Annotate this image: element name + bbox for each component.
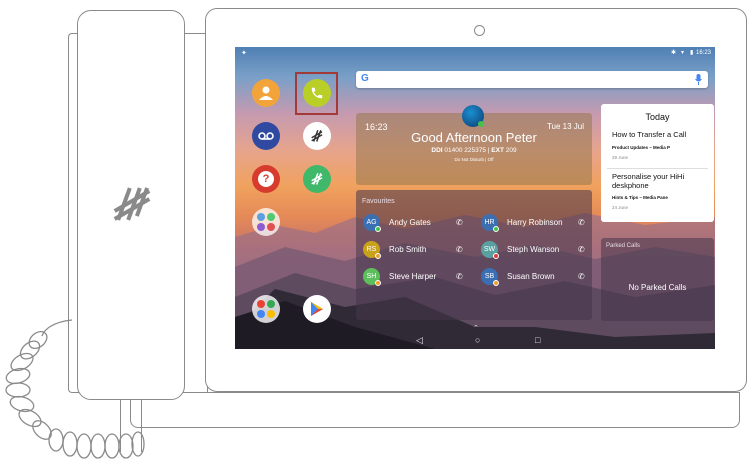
handset-cord — [5, 319, 145, 459]
greeting-message: Good Afternoon Peter — [411, 130, 537, 145]
bluetooth-icon: ✱ — [671, 50, 677, 56]
ext-label: EXT — [491, 147, 504, 154]
news-source: Hints & Tips – Media Pane — [612, 195, 668, 200]
news-title: How to Transfer a Call — [612, 130, 687, 139]
favourite-contact[interactable]: RS Rob Smith ✆ — [363, 240, 463, 259]
google-logo-icon: G — [361, 73, 369, 84]
camera-icon — [474, 25, 485, 36]
ddi-number: 01400 225375 — [444, 147, 486, 154]
contact-initials: RS — [366, 245, 377, 253]
status-bar: ✦ ✱ ▾ ▮ 16:23 — [235, 47, 715, 59]
favourite-contact[interactable]: AG Andy Gates ✆ — [363, 213, 463, 232]
hihi-green-app-icon[interactable] — [303, 165, 331, 193]
parked-title: Parked Calls — [606, 243, 641, 249]
google-search-bar[interactable]: G — [356, 71, 708, 88]
battery-icon: ▮ — [690, 50, 694, 56]
notification-icon: ✦ — [241, 50, 247, 57]
contact-avatar: HR — [481, 213, 499, 232]
news-item[interactable]: How to Transfer a Call Product Updates –… — [612, 130, 710, 160]
favourite-contact[interactable]: SB Susan Brown ✆ — [481, 267, 585, 286]
call-icon[interactable]: ✆ — [578, 218, 585, 227]
contact-name: Rob Smith — [389, 244, 427, 254]
greeting-widget: 16:23 Tue 13 Jul Good Afternoon Peter DD… — [356, 105, 592, 185]
contact-name: Steph Wanson — [507, 244, 560, 254]
call-icon[interactable]: ✆ — [456, 272, 463, 281]
selected-app-highlight — [295, 72, 338, 115]
news-source: Product Updates – Media P — [612, 145, 671, 150]
contact-avatar: SW — [481, 240, 499, 259]
news-item[interactable]: Personalise your HiHi deskphone Hints & … — [612, 172, 710, 210]
favourites-widget: Favourites AG Andy Gates ✆ HR Harry Robi… — [356, 190, 592, 320]
contact-name: Andy Gates — [389, 217, 431, 227]
parked-empty-message: No Parked Calls — [628, 283, 687, 292]
contact-initials: SB — [484, 272, 495, 280]
ddi-label: DDI — [431, 147, 443, 154]
contacts-app-icon[interactable] — [252, 79, 280, 107]
call-icon[interactable]: ✆ — [578, 272, 585, 281]
presence-dot — [493, 279, 499, 286]
google-apps-folder-icon[interactable] — [252, 295, 280, 323]
contact-avatar: RS — [363, 240, 381, 259]
contact-initials: SW — [483, 245, 496, 253]
contact-initials: SH — [366, 272, 377, 280]
call-icon[interactable]: ✆ — [456, 218, 463, 227]
contact-name: Steve Harper — [389, 271, 437, 281]
app-folder-icon[interactable] — [252, 208, 280, 236]
contact-initials: HR — [484, 218, 495, 226]
favourite-contact[interactable]: SW Steph Wanson ✆ — [481, 240, 585, 259]
navigation-bar: ⌃ ◁ ○ □ — [235, 325, 715, 349]
tablet-screen: ✦ ✱ ▾ ▮ 16:23 G ? 16:23 Tue 13 Jul Good … — [235, 47, 715, 349]
news-date: 24 June — [612, 205, 629, 210]
news-date: 29 June — [612, 155, 629, 160]
play-store-icon[interactable] — [303, 295, 331, 323]
user-avatar[interactable] — [462, 105, 484, 127]
home-icon[interactable]: ○ — [475, 335, 480, 345]
news-title: Personalise your HiHi deskphone — [612, 172, 685, 190]
presence-indicator — [478, 121, 484, 127]
contact-avatar: AG — [363, 213, 381, 232]
parked-calls-widget: Parked Calls No Parked Calls — [601, 238, 714, 321]
app-drawer-chevron-icon[interactable]: ⌃ — [473, 324, 479, 332]
dnd-status[interactable]: Do Not Disturb | Off — [356, 157, 592, 162]
mic-icon[interactable] — [695, 74, 702, 85]
contact-avatar: SB — [481, 267, 499, 286]
favourites-title: Favourites — [362, 198, 395, 205]
favourite-contact[interactable]: SH Steve Harper ✆ — [363, 267, 463, 286]
divider — [607, 168, 708, 169]
recents-icon[interactable]: □ — [535, 335, 540, 345]
presence-dot — [493, 225, 499, 232]
help-app-icon[interactable]: ? — [252, 165, 280, 193]
presence-dot — [375, 225, 381, 232]
back-icon[interactable]: ◁ — [416, 335, 423, 346]
voicemail-app-icon[interactable] — [252, 122, 280, 150]
ddi-line: DDI 01400 225375 | EXT 209 — [431, 147, 517, 154]
presence-dot — [375, 279, 381, 286]
phone-base — [130, 392, 740, 428]
company-logo-icon — [113, 187, 151, 221]
status-time: 16:23 — [696, 50, 712, 56]
hihi-app-icon[interactable] — [303, 122, 331, 150]
call-icon[interactable]: ✆ — [578, 245, 585, 254]
contact-initials: AG — [366, 218, 377, 226]
presence-dot — [375, 252, 381, 259]
contact-name: Harry Robinson — [507, 217, 563, 227]
today-title: Today — [645, 112, 670, 122]
favourite-contact[interactable]: HR Harry Robinson ✆ — [481, 213, 585, 232]
call-icon[interactable]: ✆ — [456, 245, 463, 254]
contact-avatar: SH — [363, 267, 381, 286]
today-news-widget: Today How to Transfer a Call Product Upd… — [601, 104, 714, 222]
ext-number: 209 — [505, 147, 517, 154]
presence-dot — [493, 252, 499, 259]
contact-name: Susan Brown — [507, 271, 555, 281]
wifi-icon: ▾ — [681, 50, 685, 56]
